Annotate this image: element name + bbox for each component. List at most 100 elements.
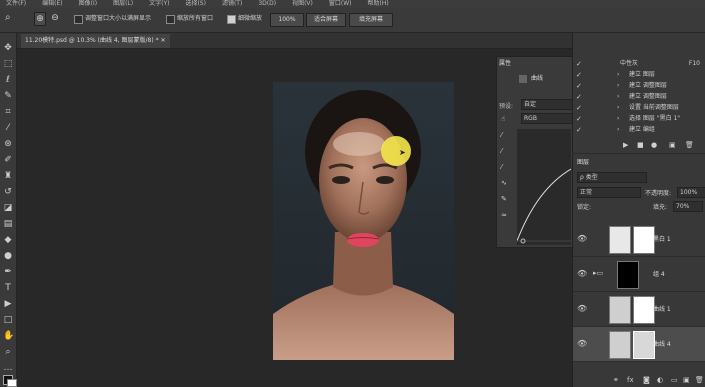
- opacity-field[interactable]: 100%: [677, 187, 705, 198]
- curve-edit-icon[interactable]: ∿: [501, 179, 507, 187]
- blend-mode-select[interactable]: 正常: [577, 187, 641, 198]
- layer-row[interactable]: 👁 黑白 1: [573, 222, 705, 257]
- menu-3d[interactable]: 3D(D): [258, 0, 276, 8]
- healing-brush-icon[interactable]: ⊛: [3, 139, 13, 149]
- pencil-edit-icon[interactable]: ✎: [501, 195, 507, 203]
- zoom-out-icon[interactable]: ⊖: [50, 12, 60, 24]
- document-tab[interactable]: 11.20模特.psd @ 10.3% (曲线 4, 图层蒙版/8) * ✕: [21, 34, 170, 48]
- history-arrow-icon: ›: [617, 126, 620, 133]
- curves-graph[interactable]: [517, 129, 571, 245]
- layer-row-selected[interactable]: 👁 曲线 4: [573, 327, 705, 362]
- history-arrow-icon: ›: [617, 82, 620, 89]
- layer-name: 黑白 1: [653, 236, 671, 243]
- new-action-icon[interactable]: ▣: [669, 141, 676, 149]
- history-item[interactable]: ✓ › 选择 图层 "黑白 1": [573, 114, 705, 124]
- history-item[interactable]: ✓ › 建立 调整图层: [573, 92, 705, 102]
- zoom-tool-icon[interactable]: ⌕: [5, 12, 11, 23]
- marquee-tool-icon[interactable]: ⬚: [3, 59, 13, 69]
- menu-image[interactable]: 图像(I): [79, 0, 97, 8]
- menu-help[interactable]: 帮助(H): [368, 0, 389, 8]
- check-icon: ✓: [576, 82, 582, 90]
- eraser-tool-icon[interactable]: ◪: [3, 203, 13, 213]
- link-layers-icon[interactable]: ⚭: [613, 376, 619, 384]
- history-arrow-icon: ›: [617, 93, 620, 100]
- layer-style-icon[interactable]: fx: [627, 376, 634, 384]
- path-select-icon[interactable]: ▶: [3, 299, 13, 309]
- blur-tool-icon[interactable]: ◆: [3, 235, 13, 245]
- menu-filter[interactable]: 滤镜(T): [222, 0, 242, 8]
- new-group-icon[interactable]: ▭: [671, 376, 678, 384]
- layer-filter-select[interactable]: ρ 类型: [577, 172, 647, 183]
- history-item[interactable]: ✓ › 设置 当前调整图层: [573, 103, 705, 113]
- more-tools-icon[interactable]: …: [3, 363, 13, 373]
- document-tabs: 11.20模特.psd @ 10.3% (曲线 4, 图层蒙版/8) * ✕: [17, 33, 572, 49]
- brush-tool-icon[interactable]: ✐: [3, 155, 13, 165]
- mask-thumbnail: [633, 296, 655, 324]
- hand-tool-icon[interactable]: ✋: [3, 331, 14, 341]
- layer-row[interactable]: 👁 ▸▭ 组 4: [573, 257, 705, 292]
- stop-action-icon[interactable]: ■: [637, 141, 644, 149]
- delete-action-icon[interactable]: 🗑: [685, 141, 694, 149]
- zoom-in-icon[interactable]: ⊕: [34, 12, 46, 26]
- resize-windows-checkbox[interactable]: [74, 15, 83, 24]
- menu-edit[interactable]: 编辑(E): [42, 0, 62, 8]
- fit-screen-button[interactable]: 适合屏幕: [306, 13, 346, 27]
- gradient-tool-icon[interactable]: ▤: [3, 219, 13, 229]
- quick-select-tool-icon[interactable]: ✎: [3, 91, 13, 101]
- eye-icon[interactable]: 👁: [577, 339, 587, 348]
- menu-file[interactable]: 文件(F): [6, 0, 26, 8]
- history-snapshot[interactable]: ✓ 中性灰 F10: [573, 59, 705, 69]
- black-point-eyedropper-icon[interactable]: ⁄: [501, 131, 502, 139]
- eye-icon[interactable]: 👁: [577, 269, 587, 278]
- menu-layer[interactable]: 图层(L): [113, 0, 133, 8]
- properties-panel: 属性 曲线 预设: 自定 RGB ☝ ⁄ ⁄ ⁄ ∿ ✎ ≈: [496, 56, 574, 248]
- move-tool-icon[interactable]: ✥: [3, 43, 13, 53]
- smooth-icon[interactable]: ≈: [501, 211, 507, 219]
- eyedropper-tool-icon[interactable]: ⁄: [3, 123, 13, 133]
- menu-select[interactable]: 选择(S): [185, 0, 206, 8]
- add-mask-icon[interactable]: ◙: [643, 376, 650, 384]
- eye-icon[interactable]: 👁: [577, 304, 587, 313]
- record-action-icon[interactable]: ●: [651, 141, 657, 149]
- lasso-tool-icon[interactable]: ℓ: [3, 75, 13, 85]
- history-item[interactable]: ✓ › 建立 图层: [573, 70, 705, 80]
- layer-row[interactable]: 👁 曲线 1: [573, 292, 705, 327]
- history-brush-icon[interactable]: ↺: [3, 187, 13, 197]
- group-mask-thumbnail: [617, 261, 639, 289]
- clone-stamp-icon[interactable]: ♜: [3, 171, 13, 181]
- play-action-icon[interactable]: ▶: [623, 141, 628, 149]
- zoom-100-button[interactable]: 100%: [270, 13, 304, 27]
- pen-tool-icon[interactable]: ✒: [3, 267, 13, 277]
- preset-label: 预设:: [499, 103, 514, 110]
- rectangle-tool-icon[interactable]: □: [3, 315, 13, 325]
- crop-tool-icon[interactable]: ⌗: [3, 107, 13, 117]
- channel-select[interactable]: RGB: [521, 113, 573, 124]
- new-layer-icon[interactable]: ▣: [683, 376, 690, 384]
- menu-view[interactable]: 视图(V): [292, 0, 313, 8]
- dodge-tool-icon[interactable]: ●: [3, 251, 13, 261]
- eye-icon[interactable]: 👁: [577, 234, 587, 243]
- menu-window[interactable]: 窗口(W): [329, 0, 352, 8]
- background-color-swatch[interactable]: [7, 379, 17, 387]
- portrait-image[interactable]: ➤: [273, 82, 454, 360]
- gray-point-eyedropper-icon[interactable]: ⁄: [501, 147, 502, 155]
- history-item[interactable]: ✓ › 建立 调整图层: [573, 81, 705, 91]
- history-item[interactable]: ✓ › 建立 编组: [573, 125, 705, 135]
- lock-label: 锁定:: [577, 204, 592, 211]
- white-point-eyedropper-icon[interactable]: ⁄: [501, 163, 502, 171]
- preset-select[interactable]: 自定: [521, 99, 573, 110]
- fill-screen-button[interactable]: 填充屏幕: [349, 13, 393, 27]
- menu-bar: 文件(F) 编辑(E) 图像(I) 图层(L) 文字(Y) 选择(S) 滤镜(T…: [0, 0, 705, 8]
- scrubby-zoom-checkbox[interactable]: [227, 15, 236, 24]
- history-arrow-icon: ›: [617, 104, 620, 111]
- new-adjustment-icon[interactable]: ◐: [657, 376, 663, 384]
- opacity-label: 不透明度:: [645, 190, 672, 197]
- zoom-tool-icon[interactable]: ⌕: [3, 347, 13, 357]
- document-tab-title: 11.20模特.psd @ 10.3% (曲线 4, 图层蒙版/8) *: [25, 37, 159, 44]
- fill-field[interactable]: 70%: [673, 201, 703, 212]
- target-adjust-icon[interactable]: ☝: [501, 115, 505, 123]
- menu-type[interactable]: 文字(Y): [149, 0, 169, 8]
- delete-layer-icon[interactable]: 🗑: [695, 376, 704, 384]
- type-tool-icon[interactable]: T: [3, 283, 13, 293]
- zoom-all-checkbox[interactable]: [166, 15, 175, 24]
